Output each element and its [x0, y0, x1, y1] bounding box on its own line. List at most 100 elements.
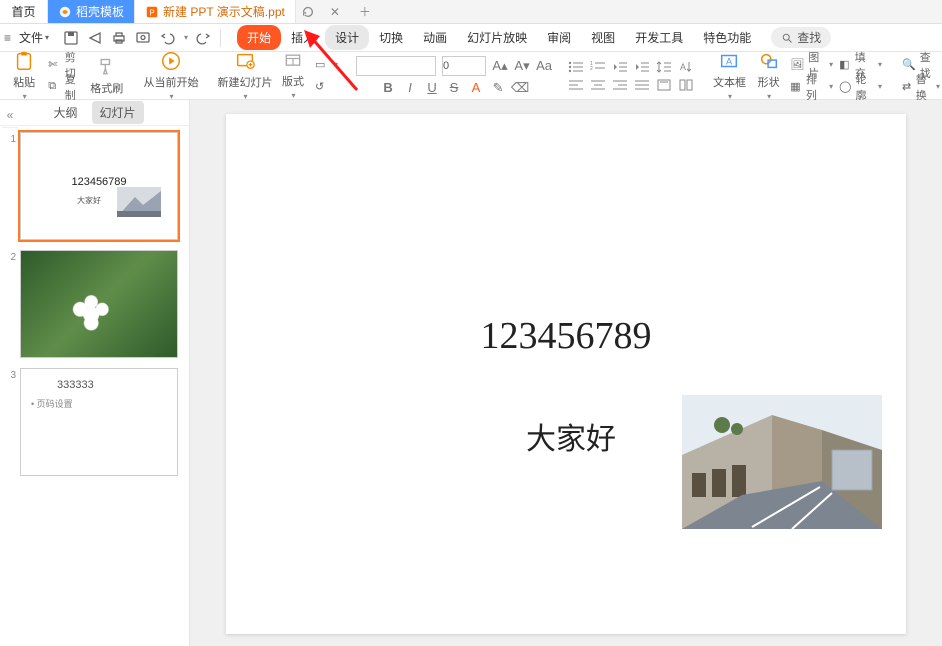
- app-menu-icon[interactable]: ≡: [4, 31, 11, 45]
- line-spacing-icon[interactable]: [656, 60, 672, 74]
- text-direction-icon[interactable]: A: [678, 60, 694, 74]
- menu-animation[interactable]: 动画: [413, 25, 457, 50]
- replace-icon: ⇄: [902, 80, 912, 94]
- format-painter-button[interactable]: 格式刷: [88, 54, 125, 97]
- numbering-icon[interactable]: 12: [590, 60, 606, 74]
- search-command[interactable]: 查找: [771, 27, 831, 48]
- shapes-icon: [758, 50, 780, 72]
- indent-dec-icon[interactable]: [612, 60, 628, 74]
- align-justify-icon[interactable]: [634, 78, 650, 92]
- menu-slideshow[interactable]: 幻灯片放映: [457, 25, 537, 50]
- search-icon: [781, 32, 793, 44]
- arrange-button[interactable]: ▦排列▾: [788, 77, 835, 97]
- play-from-current-button[interactable]: 从当前开始▾: [141, 54, 201, 97]
- menu-dev[interactable]: 开发工具: [625, 25, 693, 50]
- highlight-icon[interactable]: ✎: [490, 80, 506, 96]
- thumb-1-image: [117, 187, 161, 217]
- thumb-2[interactable]: 2: [6, 250, 183, 358]
- thumb-1-sub: 大家好: [77, 195, 101, 206]
- align-top-icon[interactable]: [656, 78, 672, 92]
- search-label: 查找: [797, 29, 821, 46]
- file-menu[interactable]: 文件 ▾: [15, 27, 53, 48]
- collapse-thumbnails[interactable]: «: [2, 102, 18, 128]
- font-family-select[interactable]: [356, 56, 436, 76]
- format-painter-icon: [96, 56, 118, 78]
- svg-text:P: P: [149, 8, 154, 17]
- thumb-3-preview[interactable]: 333333 页码设置: [20, 368, 178, 476]
- indent-inc-icon[interactable]: [634, 60, 650, 74]
- slide-image[interactable]: [682, 395, 882, 529]
- thumb-2-preview[interactable]: [20, 250, 178, 358]
- ppt-file-icon: P: [145, 5, 159, 19]
- underline-icon[interactable]: U: [424, 80, 440, 96]
- save-icon[interactable]: [63, 30, 79, 46]
- menu-review[interactable]: 审阅: [537, 25, 581, 50]
- menu-transition[interactable]: 切换: [369, 25, 413, 50]
- fill-icon: ◧: [839, 58, 851, 72]
- textbox-button[interactable]: A 文本框▾: [710, 54, 749, 97]
- layout-button[interactable]: 版式▾: [275, 54, 311, 97]
- preview-icon[interactable]: [135, 30, 151, 46]
- align-left-icon[interactable]: [568, 78, 584, 92]
- menu-special[interactable]: 特色功能: [693, 25, 761, 50]
- replace-button[interactable]: ⇄替换▾: [900, 77, 942, 97]
- new-slide-button[interactable]: 新建幻灯片▾: [217, 54, 273, 97]
- tab-close[interactable]: ✕: [320, 0, 350, 23]
- redo-icon[interactable]: [196, 30, 212, 46]
- align-right-icon[interactable]: [612, 78, 628, 92]
- menu-view[interactable]: 视图: [581, 25, 625, 50]
- change-case-icon[interactable]: Aa: [536, 58, 552, 74]
- paste-button[interactable]: 粘贴▾: [4, 54, 44, 97]
- slide-subtext[interactable]: 大家好: [526, 414, 616, 458]
- menu-insert[interactable]: 插入: [281, 25, 325, 50]
- thumb-1-preview[interactable]: 123456789 大家好: [20, 132, 178, 240]
- outline-tab[interactable]: 大纲: [45, 101, 85, 124]
- font-size-select[interactable]: [442, 56, 486, 76]
- tab-file[interactable]: P 新建 PPT 演示文稿.ppt: [135, 0, 296, 23]
- shapes-button[interactable]: 形状▾: [751, 54, 786, 97]
- textbox-label: 文本框: [713, 74, 746, 90]
- ribbon-tabs: 开始 插入 设计 切换 动画 幻灯片放映 审阅 视图 开发工具 特色功能: [237, 25, 761, 50]
- align-center-icon[interactable]: [590, 78, 606, 92]
- strike-icon[interactable]: S: [446, 80, 462, 96]
- svg-text:A: A: [680, 62, 686, 72]
- thumb-3-bullet: 页码设置: [31, 397, 73, 410]
- undo-icon[interactable]: [159, 30, 175, 46]
- svg-text:2: 2: [590, 66, 593, 72]
- thumb-1[interactable]: 1 123456789 大家好: [6, 132, 183, 240]
- clear-format-icon[interactable]: ⌫: [512, 80, 528, 96]
- share-icon[interactable]: [87, 30, 103, 46]
- canvas-area[interactable]: 123456789 大家好: [190, 100, 942, 646]
- tab-refresh-icon[interactable]: [296, 0, 320, 23]
- bold-icon[interactable]: B: [380, 80, 396, 96]
- slide-title[interactable]: 123456789: [226, 314, 906, 358]
- arrange-icon: ▦: [790, 80, 802, 94]
- slideshow-group: 从当前开始▾: [141, 54, 201, 97]
- font-color-icon[interactable]: A: [468, 80, 484, 96]
- menu-start[interactable]: 开始: [237, 25, 281, 50]
- columns-icon[interactable]: [678, 78, 694, 92]
- font-group: A▴ A▾ Aa B I U S A ✎ ⌫: [356, 54, 552, 97]
- bullets-icon[interactable]: [568, 60, 584, 74]
- copy-button[interactable]: ⧉复制: [46, 77, 86, 97]
- undo-dropdown-icon[interactable]: ▾: [184, 33, 188, 42]
- thumb-3[interactable]: 3 333333 页码设置: [6, 368, 183, 476]
- copy-label: 复制: [65, 71, 85, 103]
- increase-font-icon[interactable]: A▴: [492, 58, 508, 74]
- close-icon: ✕: [330, 5, 340, 19]
- reset-button[interactable]: ↺: [313, 77, 340, 97]
- outline-icon: ◯: [839, 80, 851, 94]
- section-button[interactable]: ▭▾: [313, 55, 340, 75]
- slides-tab[interactable]: 幻灯片: [92, 101, 144, 124]
- print-icon[interactable]: [111, 30, 127, 46]
- thumbnails-pane: 大纲 幻灯片 1 123456789 大家好 2: [0, 100, 190, 646]
- slide-canvas[interactable]: 123456789 大家好: [226, 114, 906, 634]
- italic-icon[interactable]: I: [402, 80, 418, 96]
- format-painter-label: 格式刷: [90, 80, 123, 96]
- tab-add[interactable]: ＋: [350, 0, 380, 23]
- tab-template[interactable]: 稻壳模板: [48, 0, 135, 23]
- tab-home[interactable]: 首页: [0, 0, 48, 23]
- menu-design[interactable]: 设计: [325, 25, 369, 50]
- outline-button[interactable]: ◯轮廓▾: [837, 77, 884, 97]
- decrease-font-icon[interactable]: A▾: [514, 58, 530, 74]
